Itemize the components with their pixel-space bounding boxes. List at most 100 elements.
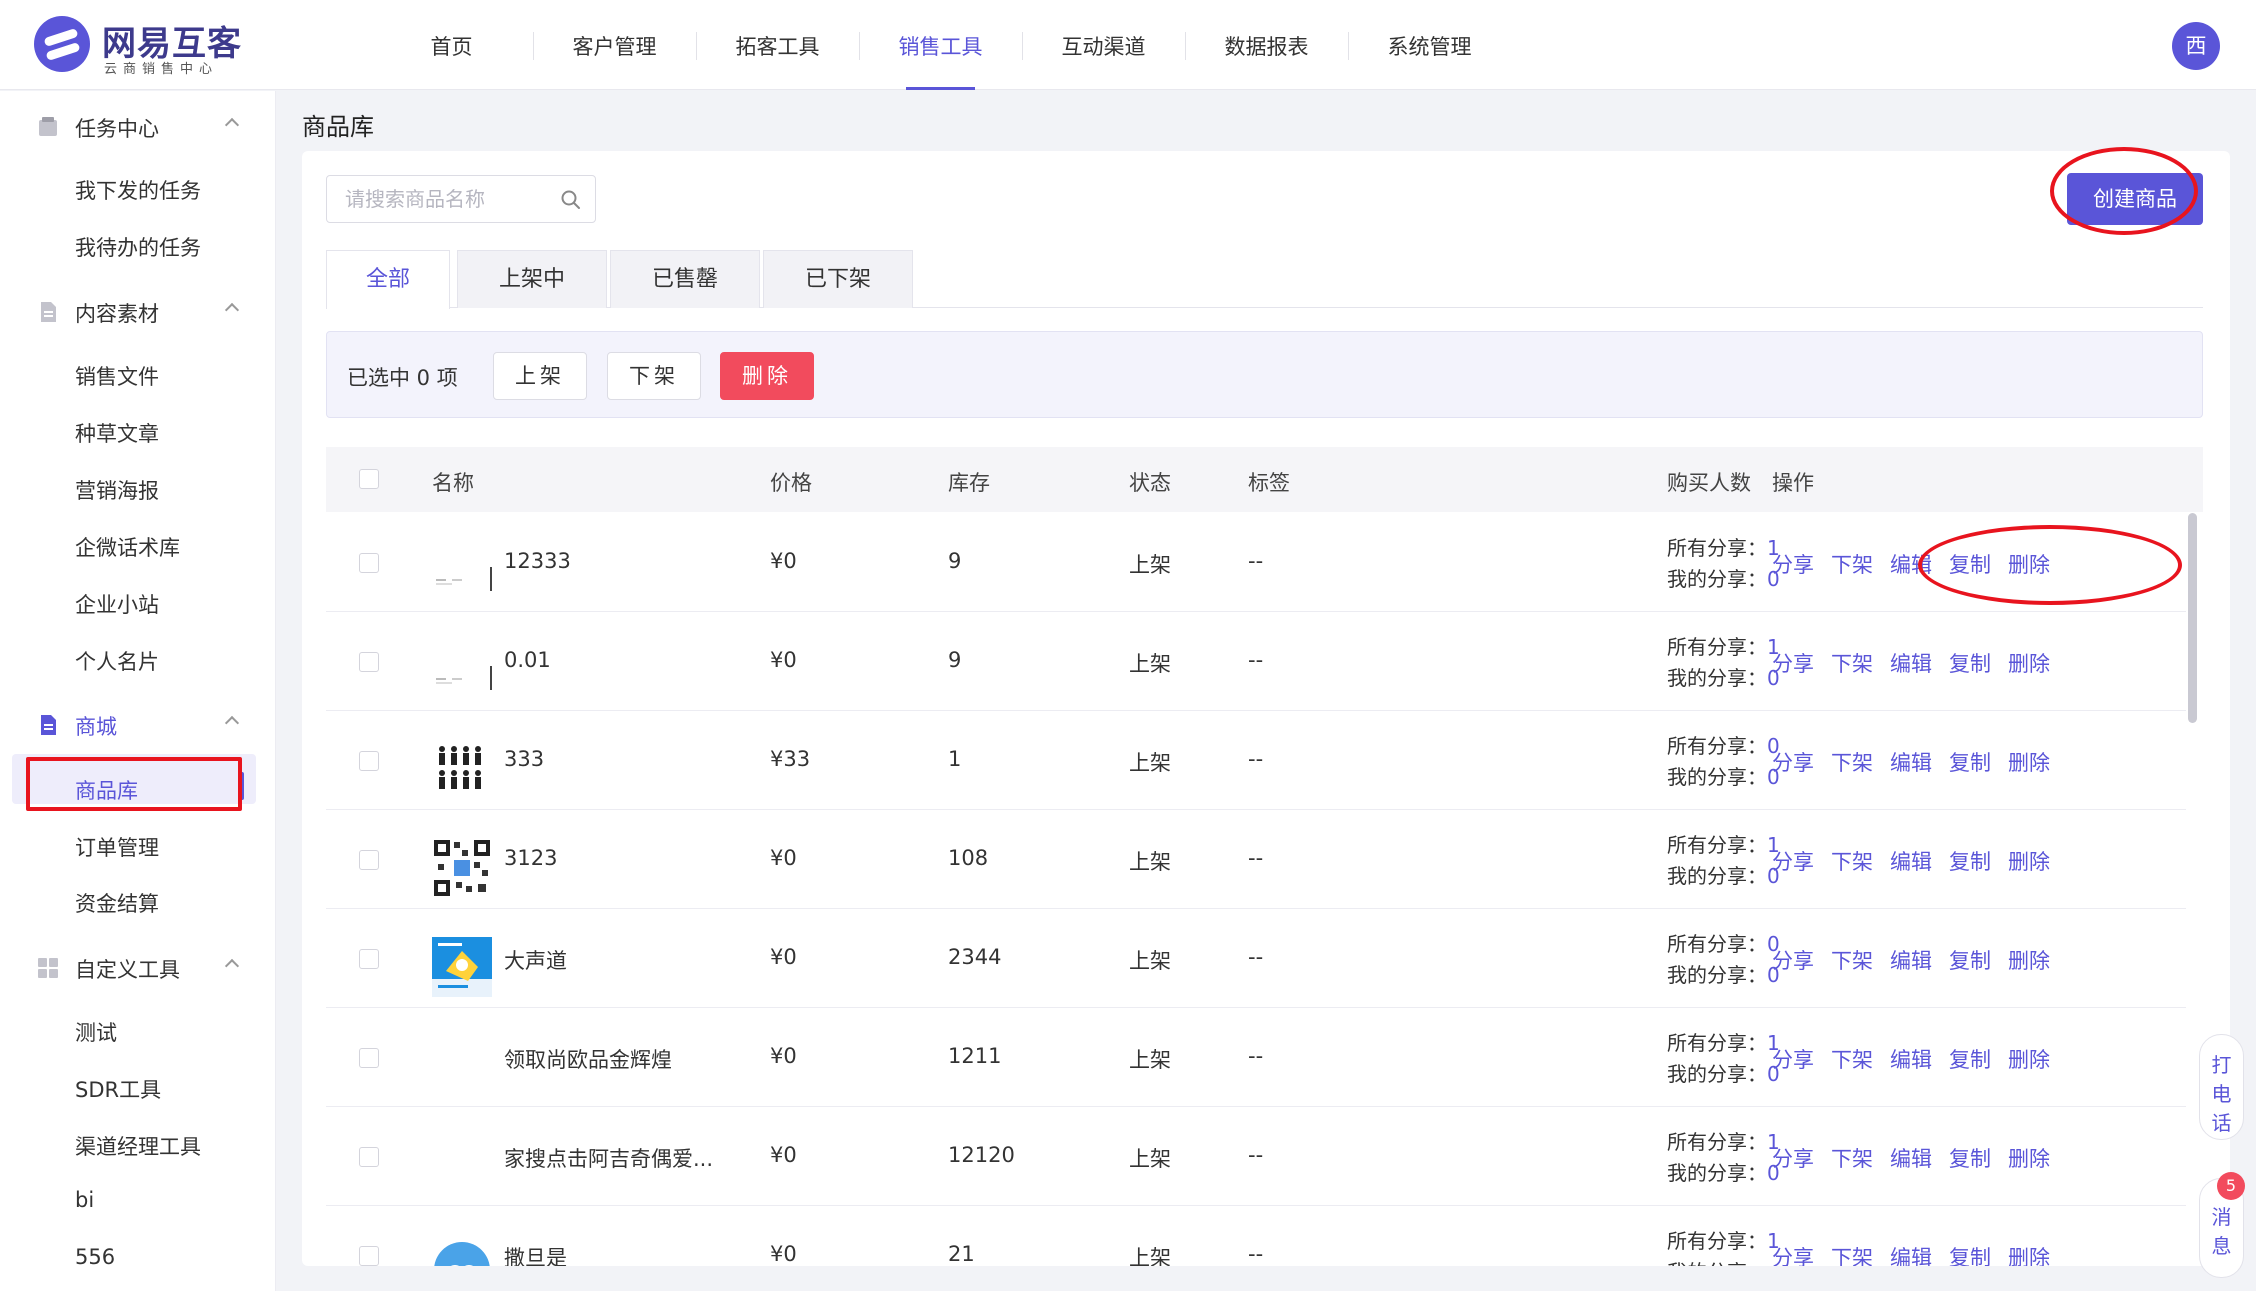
user-avatar[interactable]: 西 <box>2172 22 2220 70</box>
share-link[interactable]: 分享 <box>1772 549 1814 579</box>
off-shelf-link[interactable]: 下架 <box>1831 1143 1873 1173</box>
off-shelf-link[interactable]: 下架 <box>1831 648 1873 678</box>
row-checkbox[interactable] <box>359 652 379 672</box>
copy-link[interactable]: 复制 <box>1949 846 1991 876</box>
row-checkbox[interactable] <box>359 1147 379 1167</box>
sidebar-group-custom-tools[interactable]: 自定义工具 <box>0 943 275 993</box>
sidebar-item-channel-manager[interactable]: 渠道经理工具 <box>75 1131 201 1161</box>
off-shelf-link[interactable]: 下架 <box>1831 1242 1873 1266</box>
delete-link[interactable]: 删除 <box>2008 1143 2050 1173</box>
copy-link[interactable]: 复制 <box>1949 1242 1991 1266</box>
table-scrollbar[interactable] <box>2188 513 2197 723</box>
sidebar-item-microsite[interactable]: 企业小站 <box>75 589 159 619</box>
off-shelf-link[interactable]: 下架 <box>1831 1044 1873 1074</box>
sidebar-group-tasks[interactable]: 任务中心 <box>0 102 275 152</box>
product-name[interactable]: 领取尚欧品金辉煌 <box>504 1044 672 1074</box>
sidebar-item-scripts[interactable]: 企微话术库 <box>75 532 180 562</box>
nav-reports[interactable]: 数据报表 <box>1185 0 1348 90</box>
all-share-label: 所有分享： <box>1667 635 1767 659</box>
product-name[interactable]: 家搜点击阿吉奇偶爱... <box>504 1143 713 1173</box>
bulk-on-shelf-button[interactable]: 上架 <box>493 352 587 400</box>
row-checkbox[interactable] <box>359 1048 379 1068</box>
delete-link[interactable]: 删除 <box>2008 1044 2050 1074</box>
row-checkbox[interactable] <box>359 949 379 969</box>
delete-link[interactable]: 删除 <box>2008 1242 2050 1266</box>
row-checkbox[interactable] <box>359 1246 379 1266</box>
sidebar-item-bi[interactable]: bi <box>75 1188 94 1212</box>
bulk-off-shelf-button[interactable]: 下架 <box>607 352 701 400</box>
sidebar-item-sdr[interactable]: SDR工具 <box>75 1074 161 1104</box>
share-link[interactable]: 分享 <box>1772 648 1814 678</box>
off-shelf-link[interactable]: 下架 <box>1831 747 1873 777</box>
delete-link[interactable]: 删除 <box>2008 747 2050 777</box>
off-shelf-link[interactable]: 下架 <box>1831 846 1873 876</box>
sidebar-item-card[interactable]: 个人名片 <box>75 646 159 676</box>
product-status: 上架 <box>1129 652 1171 676</box>
share-link[interactable]: 分享 <box>1772 1143 1814 1173</box>
product-name[interactable]: 3123 <box>504 846 557 870</box>
share-link[interactable]: 分享 <box>1772 747 1814 777</box>
copy-link[interactable]: 复制 <box>1949 1143 1991 1173</box>
sidebar-group-content[interactable]: 内容素材 <box>0 287 275 337</box>
my-share-label: 我的分享： <box>1667 864 1767 888</box>
copy-link[interactable]: 复制 <box>1949 648 1991 678</box>
nav-home[interactable]: 首页 <box>370 0 533 90</box>
edit-link[interactable]: 编辑 <box>1890 648 1932 678</box>
bulk-delete-button[interactable]: 删除 <box>720 352 814 400</box>
off-shelf-link[interactable]: 下架 <box>1831 549 1873 579</box>
share-link[interactable]: 分享 <box>1772 846 1814 876</box>
row-checkbox[interactable] <box>359 553 379 573</box>
row-checkbox[interactable] <box>359 850 379 870</box>
search-input[interactable] <box>327 176 547 222</box>
select-all-checkbox[interactable] <box>359 469 379 489</box>
sidebar-item-sales-files[interactable]: 销售文件 <box>75 361 159 391</box>
product-name[interactable]: 333 <box>504 747 544 771</box>
copy-link[interactable]: 复制 <box>1949 747 1991 777</box>
search-icon[interactable] <box>559 188 583 212</box>
buyer-counts: 所有分享：0 我的分享：0 <box>1667 731 1780 793</box>
tab-all[interactable]: 全部 <box>326 250 450 309</box>
nav-sales-tools[interactable]: 销售工具 <box>859 0 1022 90</box>
copy-link[interactable]: 复制 <box>1949 945 1991 975</box>
product-name[interactable]: 12333 <box>504 549 571 573</box>
off-shelf-link[interactable]: 下架 <box>1831 945 1873 975</box>
nav-prospecting[interactable]: 拓客工具 <box>696 0 859 90</box>
product-name[interactable]: 大声道 <box>504 945 567 975</box>
delete-link[interactable]: 删除 <box>2008 846 2050 876</box>
tab-off-shelf[interactable]: 已下架 <box>763 250 913 308</box>
nav-channels[interactable]: 互动渠道 <box>1022 0 1185 90</box>
all-share-label: 所有分享： <box>1667 536 1767 560</box>
tab-on-shelf[interactable]: 上架中 <box>457 250 607 308</box>
share-link[interactable]: 分享 <box>1772 945 1814 975</box>
chevron-up-icon <box>224 117 240 133</box>
tab-sold-out[interactable]: 已售罄 <box>610 250 760 308</box>
sidebar-item-articles[interactable]: 种草文章 <box>75 418 159 448</box>
edit-link[interactable]: 编辑 <box>1890 846 1932 876</box>
sidebar-item-settlement[interactable]: 资金结算 <box>75 888 159 918</box>
edit-link[interactable]: 编辑 <box>1890 1143 1932 1173</box>
product-name[interactable]: 撒旦是 <box>504 1242 567 1266</box>
share-link[interactable]: 分享 <box>1772 1242 1814 1266</box>
sidebar-item-556[interactable]: 556 <box>75 1245 115 1269</box>
sidebar-item-test[interactable]: 测试 <box>75 1017 117 1047</box>
edit-link[interactable]: 编辑 <box>1890 747 1932 777</box>
row-checkbox[interactable] <box>359 751 379 771</box>
edit-link[interactable]: 编辑 <box>1890 1242 1932 1266</box>
nav-system[interactable]: 系统管理 <box>1348 0 1511 90</box>
brand-logo[interactable]: 网易互客 云商销售中心 <box>34 16 274 77</box>
delete-link[interactable]: 删除 <box>2008 648 2050 678</box>
nav-customers[interactable]: 客户管理 <box>533 0 696 90</box>
delete-link[interactable]: 删除 <box>2008 945 2050 975</box>
call-button[interactable]: 打 电 话 <box>2199 1034 2244 1140</box>
sidebar-item-issued-tasks[interactable]: 我下发的任务 <box>75 175 201 205</box>
edit-link[interactable]: 编辑 <box>1890 1044 1932 1074</box>
edit-link[interactable]: 编辑 <box>1890 945 1932 975</box>
sidebar-item-orders[interactable]: 订单管理 <box>75 832 159 862</box>
sidebar-item-posters[interactable]: 营销海报 <box>75 475 159 505</box>
sidebar-group-shop[interactable]: 商城 <box>0 700 275 750</box>
product-name[interactable]: 0.01 <box>504 648 551 672</box>
sidebar-item-todo-tasks[interactable]: 我待办的任务 <box>75 232 201 262</box>
copy-link[interactable]: 复制 <box>1949 1044 1991 1074</box>
share-link[interactable]: 分享 <box>1772 1044 1814 1074</box>
table-header: 名称 价格 库存 状态 标签 购买人数 操作 <box>326 447 2203 512</box>
